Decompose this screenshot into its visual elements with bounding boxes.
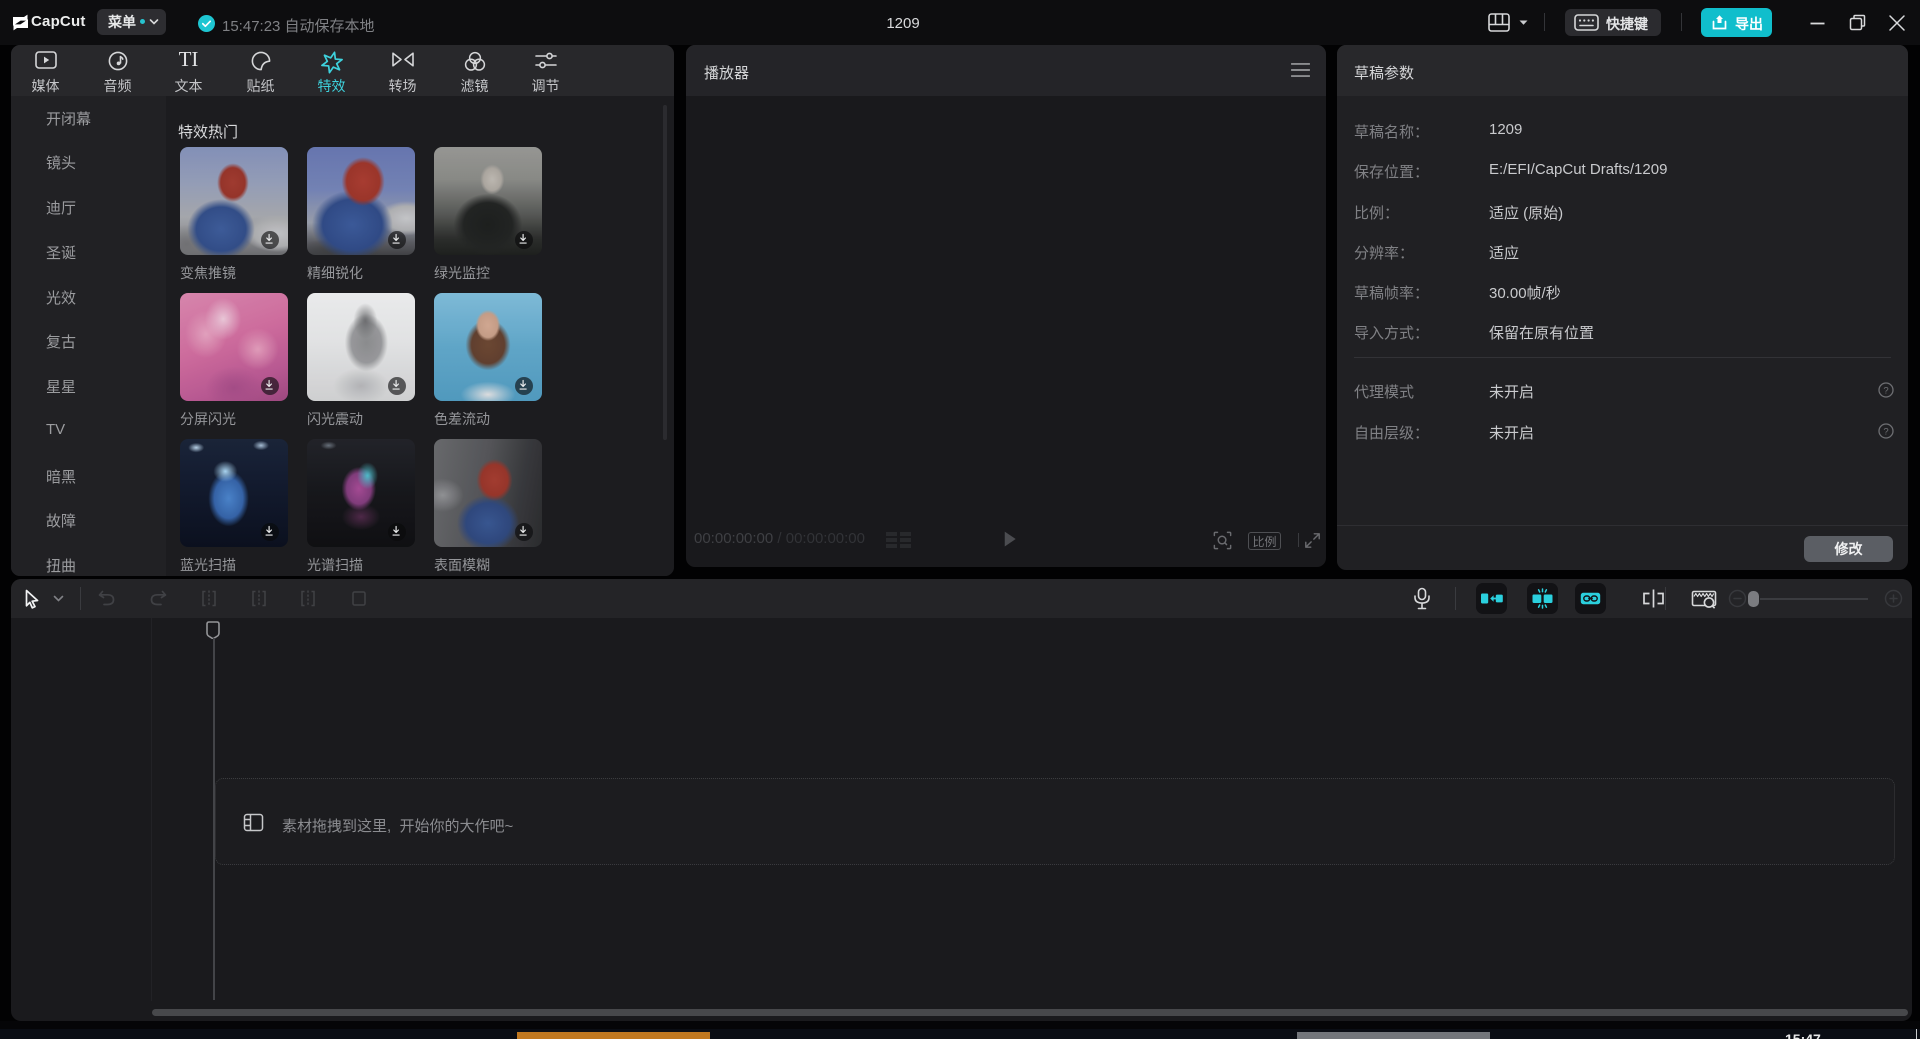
svg-text:?: ?	[1883, 426, 1888, 437]
svg-text:?: ?	[1883, 385, 1888, 396]
